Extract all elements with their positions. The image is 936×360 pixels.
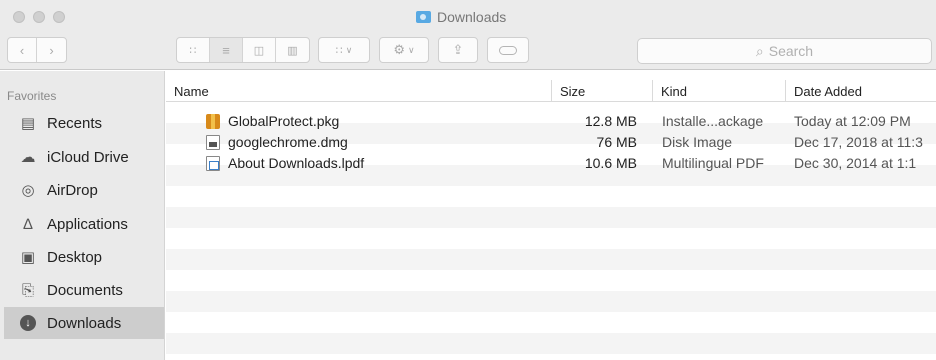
- window-controls: [13, 11, 65, 23]
- row-stripe: [166, 249, 936, 270]
- column-header-label: Size: [560, 83, 586, 99]
- column-header-label: Name: [174, 83, 209, 99]
- sidebar: Favorites ▤ Recents ☁ iCloud Drive ◎ Air…: [0, 71, 165, 360]
- column-header-row: Name Size Kind Date Added: [166, 80, 936, 102]
- group-by-button[interactable]: ∷ ∨: [318, 37, 370, 63]
- list-icon: ≡: [222, 42, 230, 58]
- file-kind: Installe...ackage: [662, 113, 764, 129]
- gallery-view-button[interactable]: ▥: [276, 38, 309, 62]
- sidebar-item-label: Downloads: [47, 314, 122, 332]
- tag-icon: [499, 45, 517, 55]
- search-icon: ⌕: [755, 42, 764, 59]
- sidebar-item-documents[interactable]: ⎘ Documents: [4, 274, 164, 306]
- sidebar-item-label: Applications: [47, 215, 128, 233]
- share-icon: ⇪: [452, 42, 464, 57]
- table-row[interactable]: googlechrome.dmg 76 MB Disk Image Dec 17…: [166, 131, 936, 153]
- column-header-size[interactable]: Size: [551, 80, 652, 102]
- package-icon: [206, 113, 220, 129]
- gear-icon: ⚙: [393, 42, 406, 57]
- action-button[interactable]: ⚙ ∨: [379, 37, 429, 63]
- search-field[interactable]: ⌕ Search: [637, 38, 932, 64]
- sidebar-item-label: Recents: [47, 114, 103, 132]
- disk-image-icon: [206, 134, 220, 150]
- file-name: GlobalProtect.pkg: [228, 113, 340, 129]
- chevron-down-icon: ∨: [345, 44, 353, 55]
- applications-icon: ∆: [23, 215, 33, 233]
- recents-icon: ▤: [20, 115, 36, 132]
- column-header-kind[interactable]: Kind: [652, 80, 785, 102]
- sidebar-item-airdrop[interactable]: ◎ AirDrop: [4, 174, 164, 206]
- file-list: Name Size Kind Date Added GlobalProtect.…: [166, 71, 936, 360]
- table-row[interactable]: About Downloads.lpdf 10.6 MB Multilingua…: [166, 152, 936, 174]
- sidebar-item-applications[interactable]: ∆ Applications: [4, 208, 164, 240]
- column-header-date-added[interactable]: Date Added: [785, 80, 936, 102]
- tags-button[interactable]: [487, 37, 529, 63]
- table-row[interactable]: GlobalProtect.pkg 12.8 MB Installe...ack…: [166, 110, 936, 132]
- sidebar-item-label: iCloud Drive: [47, 148, 129, 166]
- search-placeholder: Search: [768, 43, 814, 59]
- sidebar-item-downloads[interactable]: ↓ Downloads: [4, 307, 164, 339]
- icon-view-button[interactable]: ∷: [177, 38, 210, 62]
- file-date-added: Dec 17, 2018 at 11:3: [794, 134, 923, 150]
- back-button[interactable]: ‹: [8, 38, 37, 62]
- window-title: Downloads: [416, 9, 506, 25]
- minimize-window-button[interactable]: [33, 11, 45, 23]
- sidebar-item-label: Desktop: [47, 248, 103, 266]
- file-size: 10.6 MB: [584, 155, 637, 171]
- title-bar: Downloads ‹ › ∷ ≡ ◫ ▥ ∷ ∨ ⚙ ∨ ⇪ ⌕ Search: [0, 0, 936, 70]
- downloads-folder-icon: [416, 11, 431, 23]
- file-size: 12.8 MB: [584, 113, 637, 129]
- row-stripe: [166, 291, 936, 312]
- icon-grid-icon: ∷: [189, 44, 197, 57]
- column-header-name[interactable]: Name: [166, 80, 551, 102]
- file-kind: Disk Image: [662, 134, 733, 150]
- sidebar-item-desktop[interactable]: ▣ Desktop: [4, 241, 164, 273]
- chevron-left-icon: ‹: [19, 42, 25, 58]
- file-size: 76 MB: [596, 134, 637, 150]
- sidebar-item-label: AirDrop: [47, 181, 98, 199]
- file-kind: Multilingual PDF: [662, 155, 764, 171]
- nav-buttons: ‹ ›: [7, 37, 67, 63]
- chevron-right-icon: ›: [49, 42, 54, 58]
- row-stripe: [166, 333, 936, 354]
- sidebar-header: Favorites: [7, 89, 57, 103]
- window-title-text: Downloads: [437, 9, 507, 25]
- columns-icon: ◫: [253, 44, 265, 57]
- chevron-down-icon: ∨: [408, 44, 415, 55]
- share-button[interactable]: ⇪: [438, 37, 478, 63]
- desktop-icon: ▣: [20, 249, 36, 266]
- group-grid-icon: ∷: [335, 44, 343, 57]
- file-date-added: Today at 12:09 PM: [794, 113, 911, 129]
- file-name: About Downloads.lpdf: [228, 155, 365, 171]
- forward-button[interactable]: ›: [37, 38, 66, 62]
- column-header-label: Date Added: [794, 83, 862, 99]
- row-stripe: [166, 207, 936, 228]
- downloads-icon: ↓: [19, 314, 37, 332]
- airdrop-icon: ◎: [21, 182, 35, 199]
- gallery-icon: ▥: [287, 44, 298, 57]
- sidebar-item-recents[interactable]: ▤ Recents: [4, 107, 164, 139]
- zoom-window-button[interactable]: [53, 11, 65, 23]
- file-date-added: Dec 30, 2014 at 1:1: [794, 155, 917, 171]
- list-view-button[interactable]: ≡: [210, 38, 243, 62]
- close-window-button[interactable]: [13, 11, 25, 23]
- sidebar-item-label: Documents: [47, 281, 123, 299]
- documents-icon: ⎘: [21, 281, 34, 299]
- view-mode-control: ∷ ≡ ◫ ▥: [176, 37, 310, 63]
- sidebar-item-icloud-drive[interactable]: ☁ iCloud Drive: [4, 141, 164, 173]
- cloud-icon: ☁: [20, 149, 36, 166]
- column-view-button[interactable]: ◫: [243, 38, 276, 62]
- file-name: googlechrome.dmg: [228, 134, 348, 150]
- column-header-label: Kind: [661, 83, 688, 99]
- pdf-icon: [206, 155, 220, 171]
